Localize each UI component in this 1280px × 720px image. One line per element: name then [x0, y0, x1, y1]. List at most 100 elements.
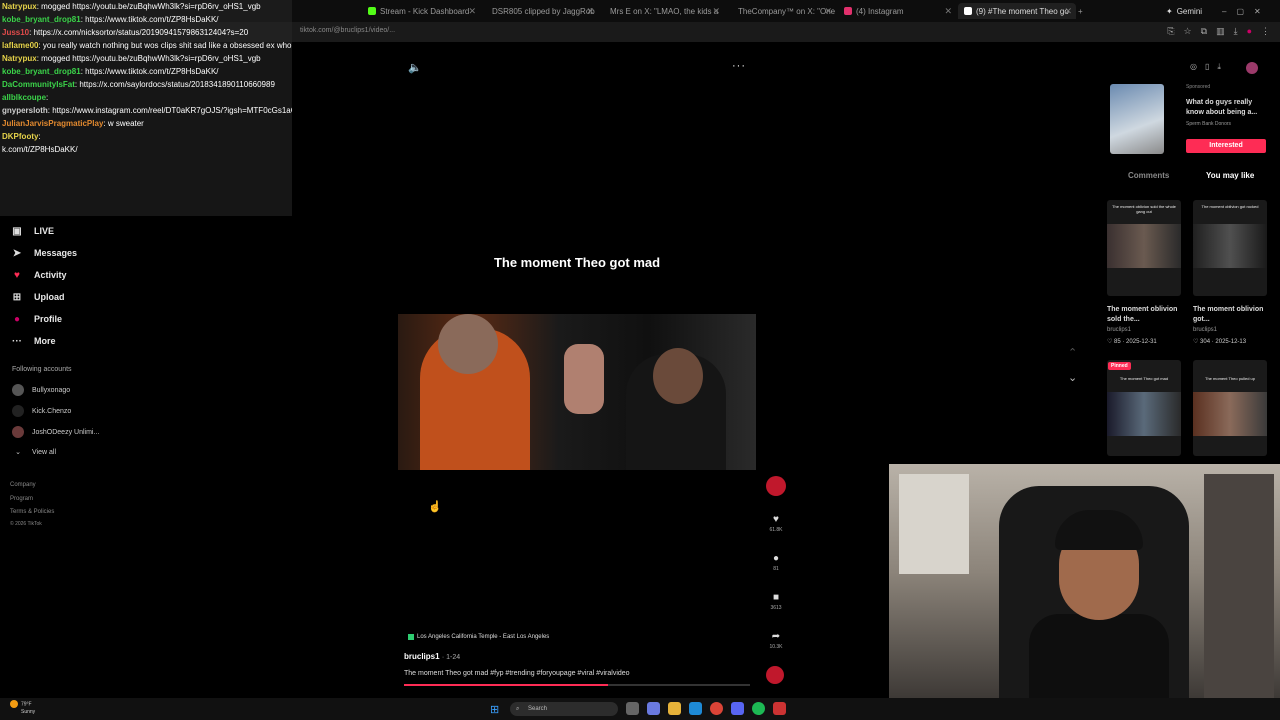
recommended-title[interactable]: The moment oblivion got... [1193, 305, 1265, 325]
url-text[interactable]: tiktok.com/@bruclips1/video/... [300, 27, 395, 34]
recommended-video[interactable]: The moment Theo pulled up [1193, 360, 1267, 456]
like-button[interactable]: ♥ 61.8K [764, 514, 788, 533]
tab-x-post-2[interactable]: TheCompany™ on X: "One of ✕ [728, 3, 836, 19]
recommended-video[interactable]: The moment oblivion sold the whole gang … [1107, 200, 1181, 296]
sidebar-item-messages[interactable]: ➤ Messages [10, 246, 77, 260]
chevron-down-icon[interactable]: ⌄ [1068, 371, 1077, 384]
tab-x-post-1[interactable]: Mrs E on X: "LMAO, the kids a ✕ [600, 3, 724, 19]
task-view-icon[interactable] [626, 702, 639, 715]
footer-terms-link[interactable]: Terms & Policies [10, 509, 54, 515]
copilot-icon[interactable] [647, 702, 660, 715]
view-all-link[interactable]: ⌄ View all [12, 448, 56, 457]
following-account[interactable]: Bullyxonago [12, 384, 70, 396]
chat-username[interactable]: allblkcoupe [2, 93, 46, 102]
recommended-video[interactable]: The moment oblivion got rocked [1193, 200, 1267, 296]
tab-you-may-like[interactable]: You may like [1206, 171, 1254, 180]
ad-interested-button[interactable]: Interested [1186, 139, 1266, 153]
recommended-author: bruclips1 [1193, 327, 1218, 333]
edge-icon[interactable] [689, 702, 702, 715]
close-icon[interactable]: ✕ [712, 6, 720, 17]
taskbar-search[interactable]: ⌕ Search [510, 702, 618, 716]
tab-kick-dashboard[interactable]: Stream - Kick Dashboard ✕ [362, 3, 480, 19]
following-account[interactable]: JoshODeezy Unlimi... [12, 426, 99, 438]
recommended-title[interactable]: The moment oblivion sold the... [1107, 305, 1179, 325]
chat-username[interactable]: JulianJarvisPragmaticPlay [2, 119, 103, 128]
bookmark-star-icon[interactable]: ☆ [1184, 26, 1192, 37]
sidebar-item-more[interactable]: ··· More [10, 334, 56, 348]
sidebar-item-upload[interactable]: ⊞ Upload [10, 290, 65, 304]
right-panel-icons: ◎ ▯ ⤓ [1190, 62, 1221, 72]
volume-icon[interactable]: 🔈 [408, 61, 422, 74]
avatar[interactable] [1246, 62, 1258, 74]
chat-text: : [46, 93, 49, 102]
sidebar-item-profile[interactable]: ● Profile [10, 312, 62, 326]
close-icon[interactable]: ✕ [824, 6, 832, 17]
chat-username[interactable]: Natrypux [2, 54, 37, 63]
avatar [12, 426, 24, 438]
coin-icon[interactable]: ◎ [1190, 62, 1197, 72]
downloads-icon[interactable]: ⤓ [1234, 26, 1238, 37]
split-view-icon[interactable]: ▥ [1216, 26, 1225, 37]
tab-tiktok-active[interactable]: (9) #The moment Theo go ✕ [958, 3, 1076, 19]
footer-program-link[interactable]: Program [10, 496, 33, 502]
menu-icon[interactable]: ⋮ [1261, 26, 1270, 37]
new-tab-button[interactable]: + [1078, 3, 1092, 19]
chat-username[interactable]: kobe_bryant_drop81 [2, 67, 81, 76]
gemini-button[interactable]: ✦ Gemini [1160, 3, 1206, 19]
video-author[interactable]: bruclips1 · 1-24 [404, 652, 460, 661]
live-icon: ▣ [12, 225, 22, 237]
chat-username[interactable]: gnypersloth [2, 106, 48, 115]
chrome-icon[interactable] [710, 702, 723, 715]
tab-comments[interactable]: Comments [1128, 171, 1169, 180]
recommended-stats: ♡ 85 · 2025-12-31 [1107, 339, 1157, 345]
chat-username[interactable]: Natrypux [2, 2, 37, 11]
chat-username[interactable]: laflame00 [2, 41, 38, 50]
video-progress-bar[interactable] [404, 684, 750, 686]
chevron-down-icon: ⌄ [15, 449, 21, 456]
share-icon: ➦ [771, 631, 781, 642]
save-button[interactable]: ■ 3613 [764, 592, 788, 611]
creator-avatar[interactable] [766, 476, 786, 496]
following-account[interactable]: Kick.Chenzo [12, 405, 71, 417]
tab-clip[interactable]: DSR805 clipped by JaggRob ✕ [482, 3, 598, 19]
extensions-icon[interactable]: ⧉ [1201, 26, 1207, 37]
chat-username[interactable]: Juss10 [2, 28, 29, 37]
discord-icon[interactable] [731, 702, 744, 715]
sound-disc-icon[interactable] [766, 666, 784, 684]
ad-thumbnail[interactable] [1110, 84, 1164, 154]
window-controls[interactable]: –▢✕ [1216, 3, 1276, 19]
sidebar-item-live[interactable]: ▣ LIVE [10, 224, 54, 238]
close-icon[interactable]: ✕ [944, 6, 952, 17]
chat-username[interactable]: DaCommunityIsFat [2, 80, 75, 89]
spotify-icon[interactable] [752, 702, 765, 715]
video-player[interactable]: 🔈 ··· The moment Theo got mad Los Angele… [398, 52, 756, 690]
messages-icon: ➤ [12, 247, 22, 259]
app-icon[interactable] [773, 702, 786, 715]
thumbnail-image [1193, 224, 1267, 268]
file-explorer-icon[interactable] [668, 702, 681, 715]
chat-username[interactable]: DKPfooty [2, 132, 38, 141]
download-icon[interactable]: ⤓ [1217, 62, 1221, 72]
chevron-up-icon[interactable]: ⌃ [1068, 346, 1077, 359]
recommended-video[interactable]: The moment Theo got mad [1107, 360, 1181, 456]
sidebar-item-activity[interactable]: ♥ Activity [10, 268, 66, 282]
share-button[interactable]: ➦ 10.3K [764, 631, 788, 650]
ad-title[interactable]: What do guys really know about being a..… [1186, 98, 1266, 118]
profile-avatar-icon[interactable]: ● [1247, 26, 1252, 37]
close-icon[interactable]: ✕ [586, 6, 594, 17]
activity-icon: ♥ [14, 269, 20, 281]
tab-instagram[interactable]: (4) Instagram ✕ [838, 3, 956, 19]
video-location[interactable]: Los Angeles California Temple - East Los… [408, 634, 549, 640]
device-icon[interactable]: ▯ [1205, 62, 1209, 72]
close-icon[interactable]: ✕ [468, 6, 476, 17]
weather-widget[interactable]: 79°F Sunny [10, 700, 35, 716]
cast-icon[interactable]: ⎘ [1167, 26, 1174, 37]
more-options-icon[interactable]: ··· [732, 60, 746, 72]
bookmark-icon: ■ [772, 592, 780, 603]
comment-button[interactable]: ● 81 [764, 553, 788, 572]
footer-company-link[interactable]: Company [10, 482, 36, 488]
windows-start-icon[interactable]: ⊞ [490, 703, 499, 716]
close-icon[interactable]: ✕ [1064, 6, 1072, 17]
chat-username[interactable]: kobe_bryant_drop81 [2, 15, 81, 24]
chat-message: allblkcoupe: [2, 91, 292, 104]
